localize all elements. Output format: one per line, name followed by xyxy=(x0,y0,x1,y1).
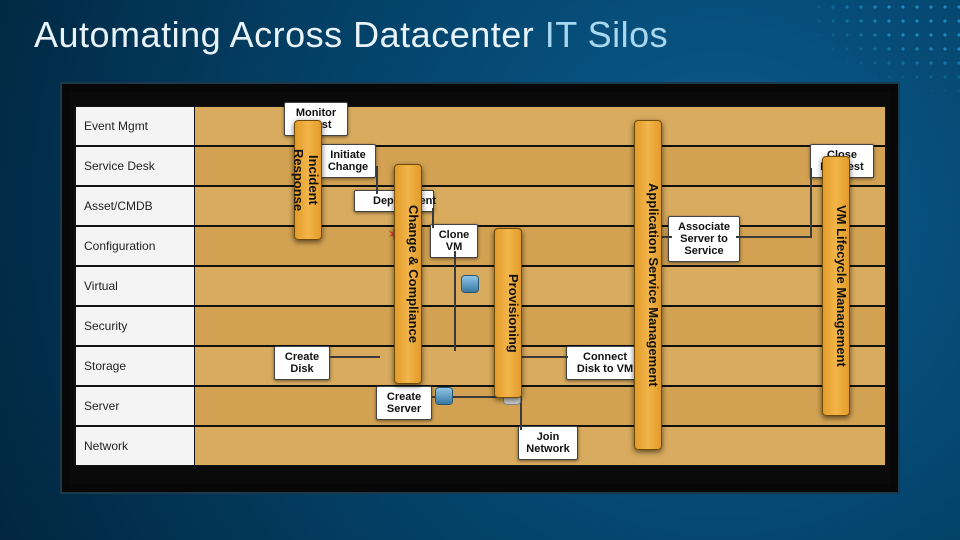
row-security: Security xyxy=(74,306,886,346)
box-create-disk: Create Disk xyxy=(274,346,330,380)
connector xyxy=(454,251,456,351)
row-network: Network xyxy=(74,426,886,466)
connector xyxy=(330,356,380,358)
label-configuration: Configuration xyxy=(75,227,195,265)
pillar-vmlife: VM Lifecycle Management xyxy=(822,156,850,416)
diagram-frame: Event Mgmt Service Desk Asset/CMDB Confi… xyxy=(60,82,900,494)
connector xyxy=(520,396,522,430)
label-asset-cmdb: Asset/CMDB xyxy=(75,187,195,225)
box-join-network: Join Network xyxy=(518,426,578,460)
pillar-change: Change & Compliance xyxy=(394,164,422,384)
connector xyxy=(432,208,434,228)
pillar-provisioning: Provisioning xyxy=(494,228,522,398)
row-service-desk: Service Desk xyxy=(74,146,886,186)
connector xyxy=(522,356,568,358)
page-title: Automating Across Datacenter IT Silos xyxy=(34,14,668,56)
label-network: Network xyxy=(75,427,195,465)
label-storage: Storage xyxy=(75,347,195,385)
row-server: Server xyxy=(74,386,886,426)
box-initiate-change: Initiate Change xyxy=(320,144,376,178)
title-accent: IT Silos xyxy=(545,14,668,55)
row-asset-cmdb: Asset/CMDB xyxy=(74,186,886,226)
pillar-asm: Application Service Management xyxy=(634,120,662,450)
label-service-desk: Service Desk xyxy=(75,147,195,185)
label-virtual: Virtual xyxy=(75,267,195,305)
connector xyxy=(736,236,812,238)
vm-icon xyxy=(462,276,478,292)
row-event-mgmt: Event Mgmt xyxy=(74,106,886,146)
pillar-incident: Incident Response xyxy=(294,120,322,240)
label-event-mgmt: Event Mgmt xyxy=(75,107,195,145)
diagram-stage: Event Mgmt Service Desk Asset/CMDB Confi… xyxy=(74,96,886,480)
box-create-server: Create Server xyxy=(376,386,432,420)
label-security: Security xyxy=(75,307,195,345)
label-server: Server xyxy=(75,387,195,425)
row-configuration: Configuration xyxy=(74,226,886,266)
connector xyxy=(376,166,378,194)
row-virtual: Virtual xyxy=(74,266,886,306)
box-associate: Associate Server to Service xyxy=(668,216,740,262)
box-connect-disk: Connect Disk to VM xyxy=(566,346,644,380)
row-storage: Storage xyxy=(74,346,886,386)
connector xyxy=(810,168,812,238)
title-main: Automating Across Datacenter xyxy=(34,14,545,55)
server-icon xyxy=(436,388,452,404)
